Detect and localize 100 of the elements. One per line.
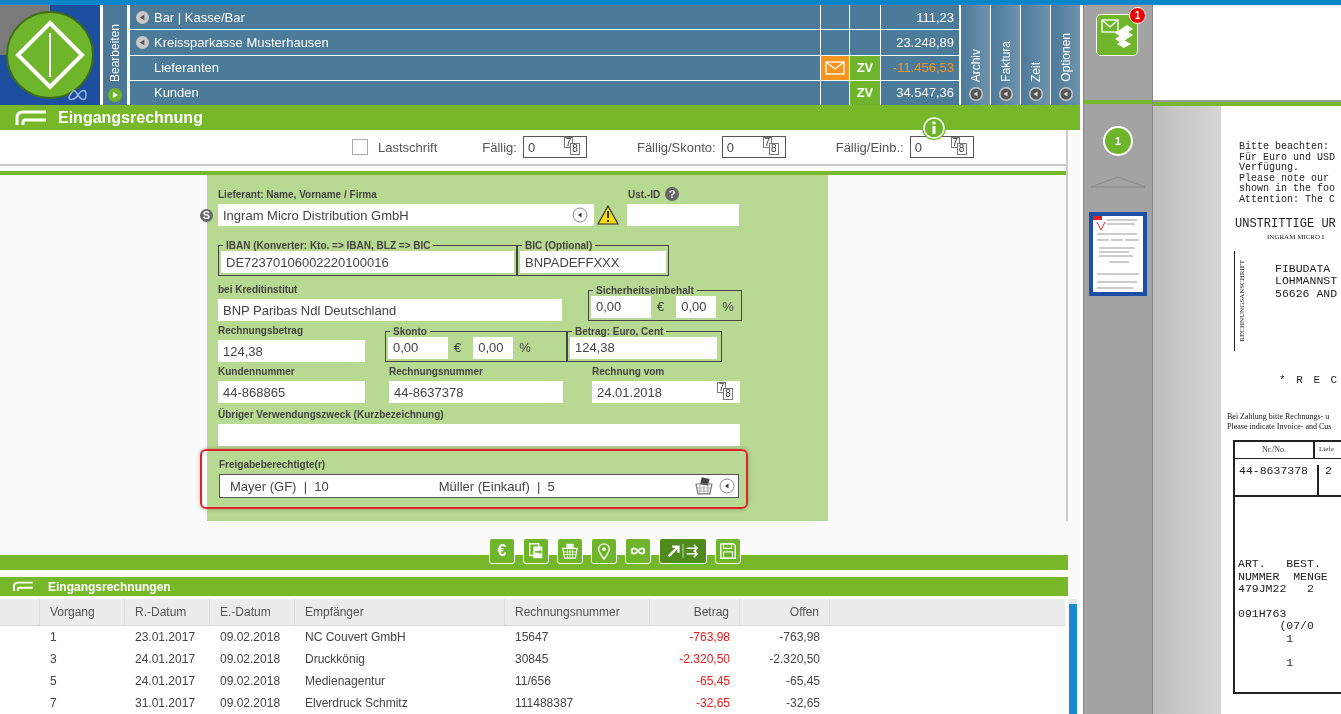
bank-field[interactable]: BNP Paribas Ndl Deutschland bbox=[218, 299, 562, 322]
invoice-number-field[interactable]: 44-8637378 bbox=[389, 381, 563, 404]
column-header[interactable]: Offen bbox=[740, 599, 830, 625]
pin-button[interactable] bbox=[591, 538, 617, 565]
app-logo[interactable] bbox=[0, 5, 100, 105]
document-text: 2 bbox=[1324, 465, 1332, 479]
save-icon bbox=[719, 542, 737, 561]
bic-field[interactable]: BNPADEFFXXX bbox=[520, 251, 666, 274]
page-thumbnail[interactable] bbox=[1089, 212, 1147, 296]
mail-cell[interactable] bbox=[820, 80, 849, 105]
table-cell-text: 31.01.2017 bbox=[134, 695, 197, 712]
notification-badge: 1 bbox=[1129, 7, 1146, 24]
column-header[interactable]: E.-Datum bbox=[210, 599, 295, 625]
table-cell-text: 5 bbox=[49, 673, 58, 690]
copy-button[interactable] bbox=[523, 538, 549, 565]
document-text: 479JM22 2 bbox=[1238, 583, 1315, 596]
side-tab[interactable]: Archiv bbox=[961, 5, 990, 105]
percent-field[interactable]: 0,00 bbox=[473, 336, 514, 359]
infinity-button[interactable] bbox=[625, 538, 651, 565]
account-row[interactable]: Lieferanten bbox=[129, 55, 820, 80]
amount-field[interactable]: 0,00 bbox=[388, 336, 448, 359]
amount-field[interactable]: 0,00 bbox=[591, 295, 651, 318]
field-label: Freigabeberechtigte(r) bbox=[219, 459, 327, 471]
account-balance: 111,23 bbox=[880, 5, 959, 30]
document-text: 1 bbox=[1285, 632, 1295, 645]
side-tab[interactable]: Optionen bbox=[1051, 5, 1080, 105]
document-text: Für Euro und USD bbox=[1239, 152, 1336, 163]
table-cell-text: -2.320,50 bbox=[768, 651, 821, 668]
document-text: Nr./No. bbox=[1235, 442, 1315, 458]
table-cell-text: 09.02.2018 bbox=[219, 651, 282, 668]
table-cell-text: 30845 bbox=[514, 651, 550, 668]
field-label: Lieferant: Name, Vorname / Firma bbox=[218, 188, 378, 200]
column-header[interactable]: R.-Datum bbox=[125, 599, 210, 625]
info-icon[interactable] bbox=[922, 116, 946, 141]
mail-cell[interactable] bbox=[820, 30, 849, 55]
section-title: Eingangsrechnungen bbox=[48, 579, 171, 594]
percent-field[interactable]: 0,00 bbox=[676, 295, 717, 318]
zv-cell[interactable] bbox=[849, 5, 880, 30]
group-label: Skonto bbox=[392, 325, 428, 337]
basket-icon[interactable] bbox=[695, 477, 713, 496]
iban-field[interactable]: DE72370106002220100016 bbox=[221, 251, 514, 274]
account-row[interactable]: Kreissparkasse Musterhausen bbox=[129, 30, 820, 55]
table-row[interactable]: 5 24.01.2017 09.02.2018 Medienagentur 11/656 -65,45 -65,45 bbox=[0, 670, 1065, 692]
circle-arrow-icon bbox=[968, 87, 983, 101]
table-cell-text: 09.02.2018 bbox=[219, 695, 282, 712]
document-text: Bei Zahlung bitte Rechnungs- u bbox=[1227, 412, 1331, 422]
column-header[interactable]: Vorgang bbox=[40, 599, 125, 625]
envelope-icon[interactable] bbox=[824, 60, 845, 75]
table-cell-text: 7 bbox=[49, 695, 58, 712]
date-label: Fällig: bbox=[482, 139, 517, 155]
zv-cell[interactable] bbox=[849, 30, 880, 55]
document-text: 091H763 bbox=[1238, 607, 1288, 620]
field-label: Übriger Verwendungszweck (Kurzbezeichnung) bbox=[218, 409, 445, 421]
table-cell-text: 3 bbox=[49, 651, 58, 668]
edit-tab[interactable]: Bearbeiten bbox=[103, 5, 127, 105]
help-icon[interactable]: ? bbox=[665, 187, 680, 202]
transfer-button[interactable] bbox=[659, 538, 707, 565]
document-text: FIBUDATA bbox=[1275, 262, 1332, 275]
approvers-field[interactable]: Mayer (GF) | 10 Müller (Einkauf) | 5 bbox=[219, 474, 739, 499]
checkbox[interactable] bbox=[352, 139, 368, 156]
save-button[interactable] bbox=[715, 538, 741, 565]
mail-cell[interactable] bbox=[820, 55, 849, 80]
table-cell-text: Elverdruck Schmitz bbox=[304, 695, 409, 712]
customer-number-field[interactable]: 44-868865 bbox=[218, 381, 365, 404]
group-label: Sicherheitseinbehalt bbox=[595, 284, 695, 296]
document-text: LOHMANNST bbox=[1275, 275, 1338, 288]
document-text: 44-8637378 bbox=[1235, 465, 1319, 495]
table-cell-text: NC Couvert GmbH bbox=[304, 629, 407, 646]
column-header[interactable]: Betrag bbox=[650, 599, 740, 625]
side-tab[interactable]: Zeit bbox=[1021, 5, 1050, 105]
document-text: NUMMER MENGE bbox=[1238, 570, 1329, 583]
table-cell-text: Druckkönig bbox=[304, 651, 367, 668]
vat-id-field[interactable] bbox=[627, 204, 739, 227]
table-row[interactable]: 7 31.01.2017 09.02.2018 Elverdruck Schmitz 111488387 -32,65 -32,65 bbox=[0, 692, 1065, 714]
basket-button[interactable] bbox=[557, 538, 583, 565]
total-amount-field[interactable]: 124,38 bbox=[570, 336, 717, 359]
page-title: Eingangsrechnung bbox=[58, 108, 203, 127]
mail-cell[interactable] bbox=[820, 5, 849, 30]
field-label: Ust.-ID bbox=[628, 188, 661, 200]
scrollbar[interactable] bbox=[1069, 599, 1077, 714]
account-row[interactable]: Kunden bbox=[129, 80, 820, 105]
side-tab[interactable]: Faktura bbox=[991, 5, 1020, 105]
column-header[interactable]: Empfänger bbox=[295, 599, 505, 625]
supplier-field[interactable]: Ingram Micro Distribution GmbH bbox=[218, 204, 594, 227]
table-cell-text: -65,45 bbox=[694, 673, 731, 690]
table-row[interactable]: 1 23.01.2017 09.02.2018 NC Couvert GmbH 15647 -763,98 -763,98 bbox=[0, 626, 1065, 648]
field-label: Kundennummer bbox=[218, 366, 296, 378]
account-balance: -11.456,53 bbox=[880, 55, 959, 80]
table-cell-text: -763,98 bbox=[778, 629, 821, 646]
field-label: Rechnungsbetrag bbox=[218, 325, 304, 337]
column-header[interactable]: Rechnungsnummer bbox=[505, 599, 650, 625]
unit-label: % bbox=[722, 299, 734, 315]
invoice-amount-field[interactable]: 124,38 bbox=[218, 340, 365, 363]
copy-icon bbox=[527, 542, 545, 561]
account-row[interactable]: Bar | Kasse/Bar bbox=[129, 5, 820, 30]
table-row[interactable]: 3 24.01.2017 09.02.2018 Druckkönig 30845 -2.320,50 -2.320,50 bbox=[0, 648, 1065, 670]
document-text: Please indicate Invoice- and Cus bbox=[1227, 422, 1333, 432]
approver-entry: Müller (Einkauf) | 5 bbox=[437, 478, 556, 494]
purpose-field[interactable] bbox=[218, 424, 740, 447]
supplier-badge[interactable]: S bbox=[200, 208, 213, 222]
